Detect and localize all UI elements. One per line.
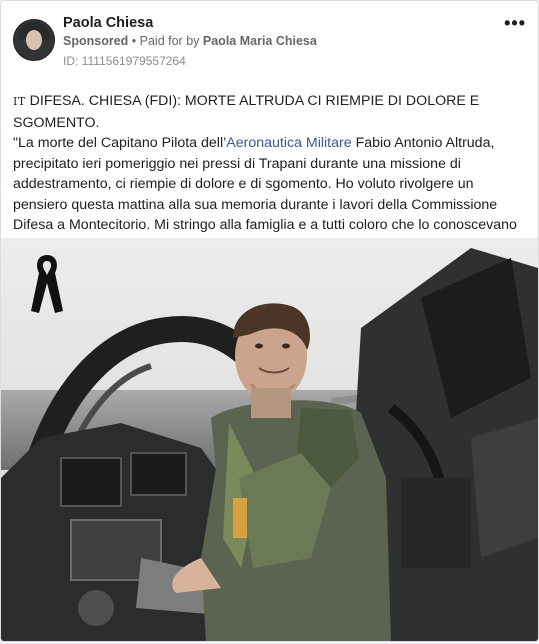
headline: IT DIFESA. CHIESA (FDI): MORTE ALTRUDA C… [13, 93, 480, 131]
italy-flag-icon: IT [13, 95, 26, 108]
post-header: Paola Chiesa Sponsored • Paid for by Pao… [13, 13, 526, 73]
payer-name[interactable]: Paola Maria Chiesa [203, 34, 317, 48]
author-name[interactable]: Paola Chiesa [63, 15, 153, 31]
sponsored-line: Sponsored • Paid for by Paola Maria Chie… [63, 34, 317, 48]
more-options-icon[interactable]: ••• [504, 14, 526, 32]
separator-dot: • [131, 34, 140, 48]
mourning-ribbon-icon [31, 255, 63, 313]
sponsored-label: Sponsored [63, 34, 129, 48]
pilot-cockpit-photo [1, 238, 538, 641]
hashtag-link[interactable]: Aeronautica Militare [226, 135, 351, 151]
avatar[interactable] [13, 19, 55, 61]
ad-id: ID: 1111561979557264 [63, 54, 186, 68]
paid-for-prefix: Paid for by [139, 34, 200, 48]
post-image[interactable] [1, 238, 538, 641]
ad-card: Paola Chiesa Sponsored • Paid for by Pao… [0, 0, 539, 642]
